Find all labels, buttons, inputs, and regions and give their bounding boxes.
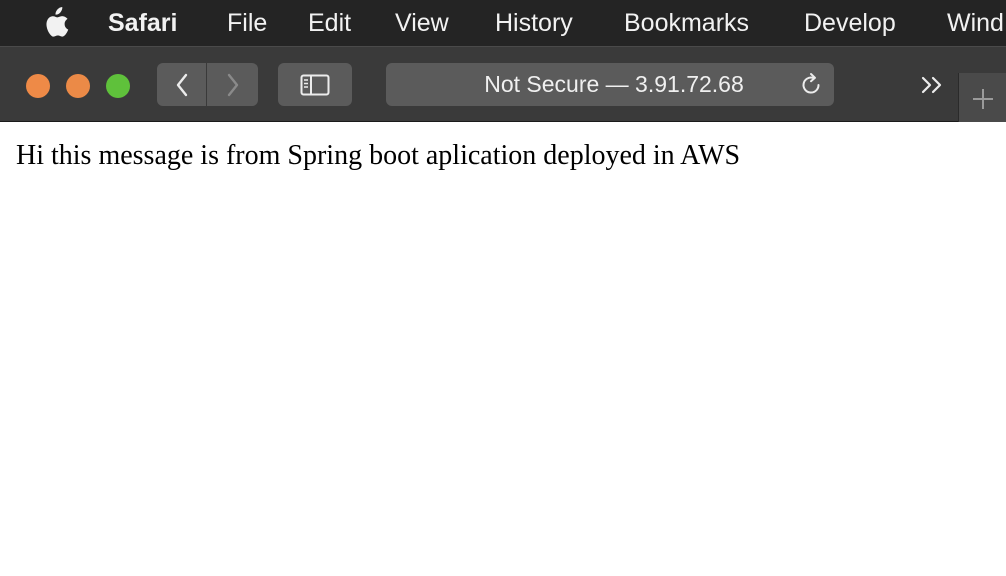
reload-icon[interactable] bbox=[798, 72, 824, 98]
page-content: Hi this message is from Spring boot apli… bbox=[0, 122, 1006, 576]
address-text[interactable]: Not Secure — 3.91.72.68 bbox=[386, 63, 834, 106]
browser-toolbar: Not Secure — 3.91.72.68 bbox=[0, 46, 1006, 123]
address-bar[interactable]: Not Secure — 3.91.72.68 bbox=[386, 63, 834, 106]
page-message: Hi this message is from Spring boot apli… bbox=[16, 140, 741, 171]
show-sidebar-button[interactable] bbox=[278, 63, 352, 106]
plus-icon bbox=[973, 89, 993, 109]
close-window-button[interactable] bbox=[26, 74, 50, 98]
chevron-left-icon bbox=[176, 73, 187, 96]
back-button[interactable] bbox=[157, 63, 206, 106]
macos-menubar: Safari File Edit View History Bookmarks … bbox=[0, 0, 1006, 46]
chevron-right-icon bbox=[227, 73, 238, 96]
menu-develop[interactable]: Develop bbox=[804, 8, 896, 38]
menu-view[interactable]: View bbox=[395, 8, 449, 38]
forward-button[interactable] bbox=[207, 63, 258, 106]
menu-safari[interactable]: Safari bbox=[108, 8, 177, 38]
menu-history[interactable]: History bbox=[495, 8, 573, 38]
menu-bookmarks[interactable]: Bookmarks bbox=[624, 8, 749, 38]
zoom-window-button[interactable] bbox=[106, 74, 130, 98]
minimize-window-button[interactable] bbox=[66, 74, 90, 98]
menu-edit[interactable]: Edit bbox=[308, 8, 351, 38]
sidebar-icon bbox=[300, 74, 330, 95]
new-tab-button[interactable] bbox=[958, 73, 1006, 123]
double-chevron-right-icon[interactable] bbox=[918, 71, 948, 99]
menu-file[interactable]: File bbox=[227, 8, 267, 38]
menu-window[interactable]: Wind bbox=[947, 8, 1004, 38]
apple-logo-icon[interactable] bbox=[40, 7, 70, 39]
